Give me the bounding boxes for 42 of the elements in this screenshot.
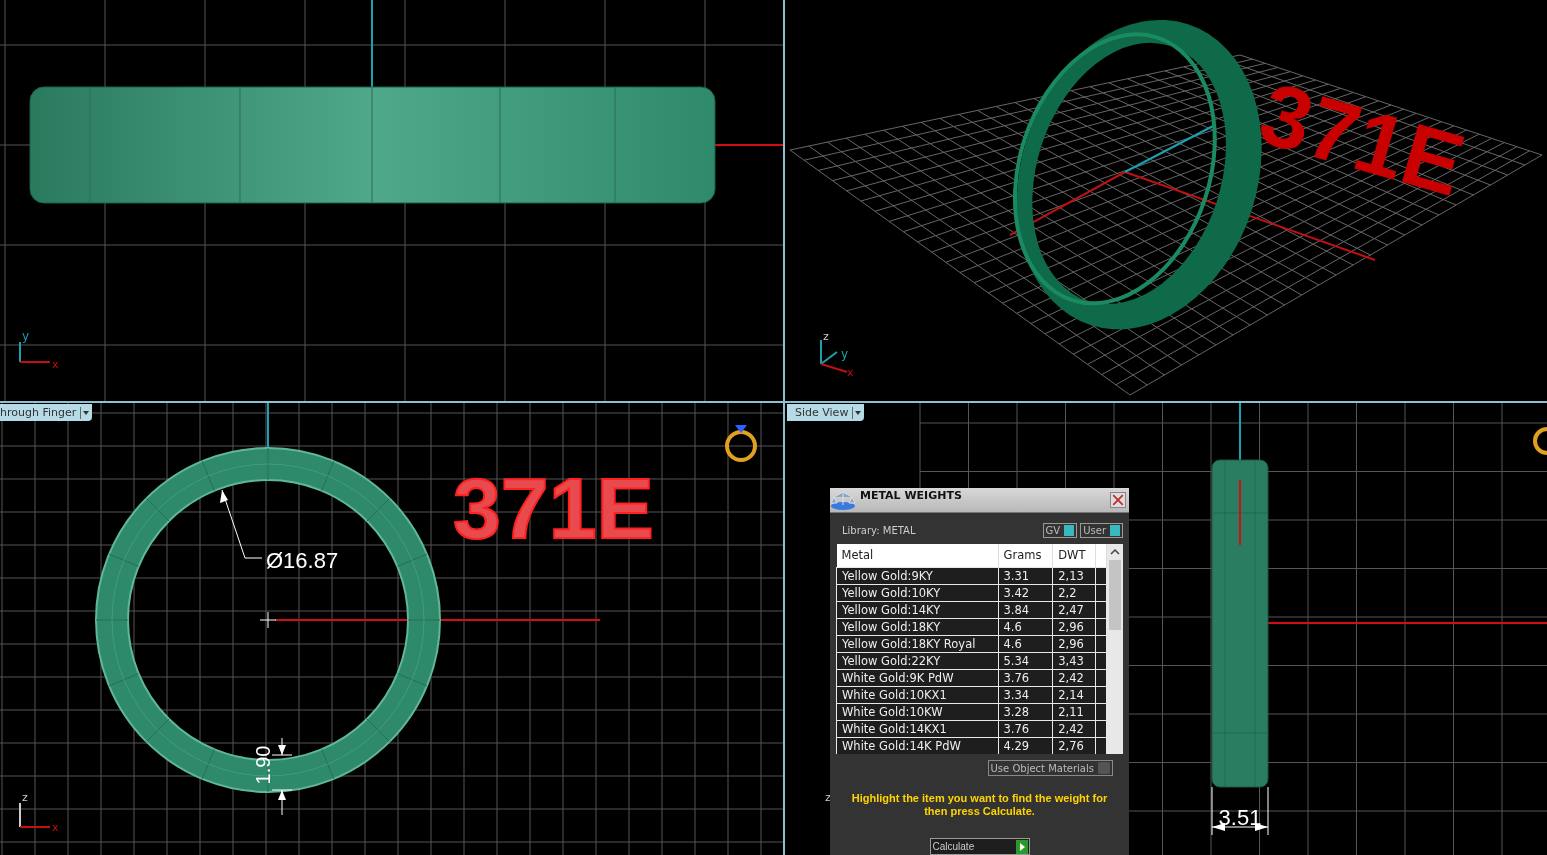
view-dropdown[interactable]: hrough Finger [0,404,93,421]
axis-label: z [22,791,28,804]
column-header[interactable]: DWT [1052,543,1096,568]
library-label: Library: METAL [842,524,916,536]
caret-icon [852,406,863,419]
close-button[interactable] [1110,491,1126,508]
axis-icon [19,802,51,828]
toggle-switch[interactable]: GV [1042,522,1078,538]
table-cell[interactable]: 3.31 [998,567,1053,585]
column-header[interactable]: Grams [998,543,1053,568]
model-label: 371E [453,460,654,556]
caret-icon [80,406,91,419]
use-object-materials-toggle[interactable]: Use Object Materials [987,760,1113,776]
column-header[interactable]: Metal [836,543,998,568]
thickness-dimension: 1.90 [252,745,274,785]
ring-icon [725,425,757,462]
axis-icon [19,341,51,363]
axis-label: y [841,347,849,361]
axis-label: x [52,358,59,371]
ring-icon [1533,427,1547,455]
axis-label: x [847,366,854,379]
width-dimension: 3.51 [1218,805,1262,830]
diameter-dimension: Ø16.87 [266,548,339,573]
axis-label: z [825,791,831,804]
close-icon [1112,493,1124,506]
axis-label: x [52,821,59,834]
view-dropdown[interactable]: Side View [787,404,865,421]
play-icon [1015,839,1028,854]
axis-label: z [823,330,829,343]
table-cell[interactable]: 2,13 [1052,567,1096,585]
scrollbar[interactable] [1107,543,1123,754]
model-label: 371E [1249,63,1475,215]
dimension-arrow [1211,786,1269,836]
instruction-text: Highlight the item you want to find the weight for then press Calculate. [850,792,1109,818]
center-mark [259,611,277,629]
table-cell[interactable]: Yellow Gold:9KY [836,567,998,585]
axis-icon [820,339,848,373]
panel-title: METAL WEIGHTS [860,488,963,502]
toggle-switch[interactable]: User [1080,522,1123,538]
leader-line [220,489,263,559]
calculate-button[interactable]: Calculate [929,838,1030,855]
axis-label: y [22,329,30,343]
